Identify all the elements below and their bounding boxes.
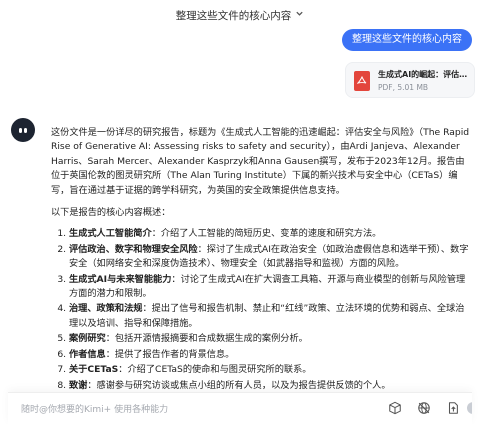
cube-icon[interactable]	[386, 399, 404, 417]
list-item-title: 致谢	[69, 379, 88, 391]
attachment-card[interactable]: 生成式AI的崛起：评估A... PDF, 5.01 MB	[345, 62, 475, 98]
list-item-title: 评估政治、数字和物理安全风险	[69, 243, 198, 255]
avatar-right-eye	[24, 128, 27, 133]
list-item-text: ：提供了报告作者的背景信息。	[105, 348, 235, 360]
answer-subheading: 以下是报告的核心内容概述：	[51, 207, 171, 219]
conversation-title-bar[interactable]: 整理这些文件的核心内容	[0, 0, 480, 30]
chevron-down-icon[interactable]	[295, 9, 304, 21]
list-item-text: ：介绍了人工智能的简短历史、变革的速度和研究方法。	[151, 228, 382, 240]
list-item: 评估政治、数字和物理安全风险：探讨了生成式AI在政治安全（如政治虚假信息和选举干…	[69, 243, 471, 272]
attachment-file-meta: PDF, 5.01 MB	[378, 83, 429, 92]
list-item: 生成式人工智能简介：介绍了人工智能的简短历史、变革的速度和研究方法。	[69, 227, 471, 241]
kimi-bot-avatar	[11, 118, 35, 142]
upload-icon[interactable]	[444, 399, 462, 417]
attachment-file-name: 生成式AI的崛起：评估A...	[378, 70, 472, 79]
avatar-left-eye	[19, 128, 22, 133]
user-message-bubble: 整理这些文件的核心内容	[342, 29, 472, 51]
message-composer[interactable]: 随时@你想要的Kimi+ 使用各种能力	[8, 392, 472, 424]
core-content-list: 生成式人工智能简介：介绍了人工智能的简短历史、变革的速度和研究方法。 评估政治、…	[51, 227, 471, 392]
list-item-text: ：介绍了CETaS的使命和与图灵研究所的联系。	[118, 364, 312, 376]
conversation-title: 整理这些文件的核心内容	[175, 9, 292, 22]
list-item: 关于CETaS：介绍了CETaS的使命和与图灵研究所的联系。	[69, 363, 471, 377]
no-web-search-icon[interactable]	[415, 399, 433, 417]
list-item-text: ：感谢参与研究访谈或焦点小组的所有人员，以及为报告提供反馈的个人。	[87, 379, 391, 391]
list-item-title: 生成式AI与未来智能能力	[69, 273, 172, 285]
pdf-icon	[354, 71, 370, 91]
composer-input[interactable]: 随时@你想要的Kimi+ 使用各种能力	[21, 402, 168, 415]
assistant-message: 这份文件是一份详尽的研究报告，标题为《生成式人工智能的迅速崛起：评估安全与风险》…	[51, 126, 471, 394]
answer-intro-paragraph: 这份文件是一份详尽的研究报告，标题为《生成式人工智能的迅速崛起：评估安全与风险》…	[51, 127, 470, 196]
list-item: 案例研究：包括开源情报摘要和合成数据生成的案例分析。	[69, 332, 471, 346]
list-item-title: 治理、政策和法规	[69, 303, 143, 315]
list-item-title: 作者信息	[69, 348, 106, 360]
list-item-title: 关于CETaS	[69, 364, 119, 376]
list-item-title: 案例研究	[69, 333, 106, 345]
list-item: 作者信息：提供了报告作者的背景信息。	[69, 348, 471, 362]
user-message-text: 整理这些文件的核心内容	[352, 34, 462, 45]
list-item: 生成式AI与未来智能能力：讨论了生成式AI在扩大调查工具箱、开源与商业模型的创新…	[69, 273, 471, 302]
list-item: 治理、政策和法规：提出了信号和报告机制、禁止和“红线”政策、立法环境的优势和弱点…	[69, 302, 471, 331]
send-icon[interactable]	[466, 399, 472, 417]
list-item: 致谢：感谢参与研究访谈或焦点小组的所有人员，以及为报告提供反馈的个人。	[69, 379, 471, 393]
list-item-text: ：包括开源情报摘要和合成数据生成的案例分析。	[105, 333, 308, 345]
list-item-title: 生成式人工智能简介	[69, 228, 152, 240]
